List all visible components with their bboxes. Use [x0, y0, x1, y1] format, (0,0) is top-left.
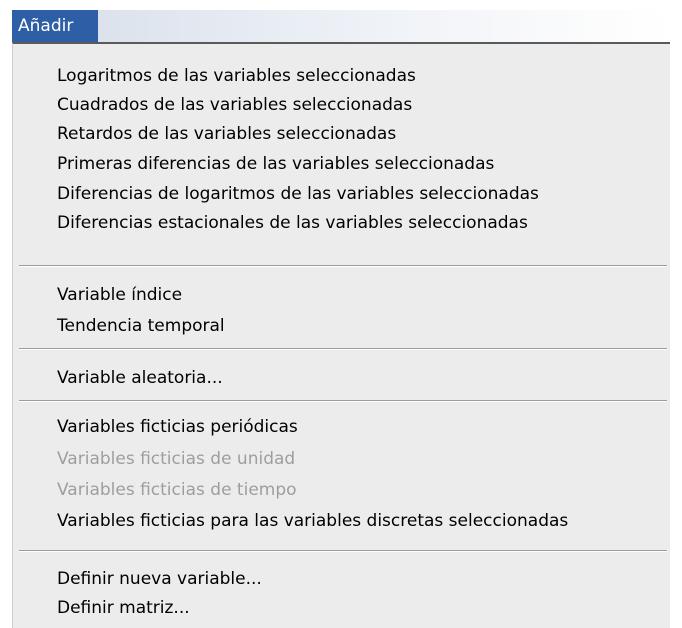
add-dropdown-menu: Logaritmos de las variables seleccionada…: [12, 42, 670, 628]
menu-item-log-differences[interactable]: Diferencias de logaritmos de las variabl…: [57, 179, 539, 209]
menu-item-define-matrix[interactable]: Definir matriz...: [57, 593, 190, 623]
menu-item-time-trend[interactable]: Tendencia temporal: [57, 311, 225, 341]
menu-item-time-dummies: Variables ficticias de tiempo: [57, 480, 297, 500]
menu-anadir[interactable]: Añadir: [12, 10, 98, 42]
menu-bar: Añadir: [12, 10, 670, 42]
menu-item-random-variable[interactable]: Variable aleatoria...: [57, 363, 223, 393]
menu-item-discrete-dummies[interactable]: Variables ficticias para las variables d…: [57, 506, 568, 536]
menu-item-first-differences[interactable]: Primeras diferencias de las variables se…: [57, 149, 494, 179]
menu-separator: [19, 550, 667, 552]
menu-item-squares[interactable]: Cuadrados de las variables seleccionadas: [57, 90, 412, 120]
menu-separator: [19, 400, 667, 402]
menu-item-index-variable[interactable]: Variable índice: [57, 280, 182, 310]
menu-item-seasonal-differences[interactable]: Diferencias estacionales de las variable…: [57, 208, 528, 238]
menu-item-periodic-dummies[interactable]: Variables ficticias periódicas: [57, 412, 298, 442]
menu-anadir-label: Añadir: [18, 16, 74, 36]
menu-separator: [19, 265, 667, 267]
menu-separator: [19, 348, 667, 350]
menu-item-logarithms[interactable]: Logaritmos de las variables seleccionada…: [57, 61, 416, 91]
menu-item-define-new-variable[interactable]: Definir nueva variable...: [57, 564, 262, 594]
menu-item-lags[interactable]: Retardos de las variables seleccionadas: [57, 119, 396, 149]
menu-item-unit-dummies: Variables ficticias de unidad: [57, 449, 296, 469]
